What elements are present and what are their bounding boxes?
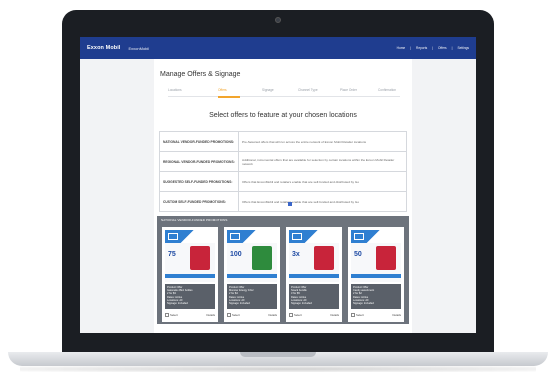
nav-link-offers[interactable]: Offers — [438, 46, 447, 50]
promo-type-label: REGIONAL VENDOR-FUNDED PROMOTIONS: — [159, 151, 239, 172]
select-label: Select — [294, 312, 302, 317]
product-image — [190, 246, 210, 270]
offer-card[interactable]: 50 Product Offer Candy assortment 2 for … — [348, 227, 404, 322]
section-heading: Select offers to feature at your chosen … — [209, 112, 357, 119]
page-title: Manage Offers & Signage — [160, 71, 241, 78]
promo-type-label: NATIONAL VENDOR-FUNDED PROMOTIONS: — [159, 131, 239, 152]
offer-cards: 75 Product Offer Gatorade 28oz bottles 2… — [160, 227, 406, 322]
info-icon[interactable] — [288, 202, 292, 206]
offer-card-footer: Select Details — [351, 312, 401, 318]
promo-type-label: SUGGESTED SELF-FUNDED PROMOTIONS: — [159, 171, 239, 192]
offer-info: Product Offer Gatorade 28oz bottles 2 fo… — [165, 284, 215, 309]
details-link[interactable]: Details — [330, 313, 339, 317]
promo-type-description: Additional, incremental offers that are … — [238, 151, 407, 172]
laptop-base — [8, 352, 548, 366]
step-place-order[interactable]: Place Order — [340, 88, 357, 92]
table-row: SUGGESTED SELF-FUNDED PROMOTIONS: Offers… — [159, 171, 407, 192]
offer-card[interactable]: 75 Product Offer Gatorade 28oz bottles 2… — [162, 227, 218, 322]
select-label: Select — [356, 312, 364, 317]
offer-card-footer: Select Details — [165, 312, 215, 318]
camera-icon — [275, 17, 281, 23]
details-link[interactable]: Details — [268, 313, 277, 317]
details-link[interactable]: Details — [392, 313, 401, 317]
step-locations[interactable]: Locations — [168, 88, 182, 92]
details-link[interactable]: Details — [206, 313, 215, 317]
select-checkbox[interactable] — [351, 313, 355, 317]
promo-type-description: Offers that ExxonMobil and retailers ena… — [238, 191, 407, 212]
promo-type-description: Pre-Selected offers that will run across… — [238, 131, 407, 152]
promotion-types-table: NATIONAL VENDOR-FUNDED PROMOTIONS: Pre-S… — [159, 131, 407, 212]
offer-info: Product Offer Candy assortment 2 for $2 … — [351, 284, 401, 309]
nav-link-settings[interactable]: Settings — [457, 46, 469, 50]
offer-poster: 50 — [351, 230, 401, 282]
product-image — [314, 246, 334, 270]
product-image — [252, 246, 272, 270]
nav-links: Home | Reports | Offers | Settings — [396, 46, 469, 50]
steps-divider — [168, 96, 400, 97]
offers-panel: NATIONAL VENDOR-FUNDED PROMOTIONS 75 Pro… — [157, 216, 409, 324]
step-offers[interactable]: Offers — [218, 88, 227, 92]
select-checkbox[interactable] — [289, 313, 293, 317]
offer-price: 75 — [168, 251, 176, 258]
select-label: Select — [232, 312, 240, 317]
nav-link-reports[interactable]: Reports — [416, 46, 427, 50]
step-progress: Locations Offers Signage Channel Type Pl… — [168, 88, 400, 94]
main-content: Manage Offers & Signage Locations Offers… — [154, 59, 412, 333]
offer-poster: 3x — [289, 230, 339, 282]
select-checkbox[interactable] — [227, 313, 231, 317]
table-row: REGIONAL VENDOR-FUNDED PROMOTIONS: Addit… — [159, 151, 407, 172]
brand-logo-icon — [168, 233, 178, 240]
screen: Exxon Mobil ExxonMobil Home | Reports | … — [80, 37, 476, 333]
table-row: NATIONAL VENDOR-FUNDED PROMOTIONS: Pre-S… — [159, 131, 407, 152]
brand-secondary-logo: ExxonMobil — [128, 45, 150, 51]
offer-card-footer: Select Details — [227, 312, 277, 318]
promo-type-description: Offers that ExxonMobil and retailers ena… — [238, 171, 407, 192]
active-step-indicator — [218, 95, 240, 98]
select-label: Select — [170, 312, 178, 317]
top-navbar: Exxon Mobil ExxonMobil Home | Reports | … — [80, 37, 476, 59]
offer-card[interactable]: 100 Product Offer Monster Energy 16oz 2 … — [224, 227, 280, 322]
brand-logo[interactable]: Exxon Mobil — [87, 45, 121, 51]
step-channel-type[interactable]: Channel Type — [298, 88, 318, 92]
offer-poster: 100 — [227, 230, 277, 282]
offer-info: Product Offer Monster Energy 16oz 2 for … — [227, 284, 277, 309]
table-row: CUSTOM SELF-FUNDED PROMOTIONS: Offers th… — [159, 191, 407, 212]
step-confirmation[interactable]: Confirmation — [378, 88, 396, 92]
offers-panel-header: NATIONAL VENDOR-FUNDED PROMOTIONS — [161, 218, 228, 222]
product-image — [376, 246, 396, 270]
brand-logo-icon — [230, 233, 240, 240]
step-signage[interactable]: Signage — [262, 88, 274, 92]
offer-price: 3x — [292, 251, 300, 258]
offer-card[interactable]: 3x Product Offer Snack bundle 3 for $5 D… — [286, 227, 342, 322]
offer-price: 100 — [230, 251, 242, 258]
base-notch — [240, 352, 316, 357]
nav-link-home[interactable]: Home — [397, 46, 406, 50]
offer-poster: 75 — [165, 230, 215, 282]
brand-logo-icon — [354, 233, 364, 240]
brand-logo-icon — [292, 233, 302, 240]
promo-type-label: CUSTOM SELF-FUNDED PROMOTIONS: — [159, 191, 239, 212]
offer-info: Product Offer Snack bundle 3 for $5 Date… — [289, 284, 339, 309]
offer-price: 50 — [354, 251, 362, 258]
select-checkbox[interactable] — [165, 313, 169, 317]
offer-card-footer: Select Details — [289, 312, 339, 318]
base-shadow — [20, 366, 536, 372]
